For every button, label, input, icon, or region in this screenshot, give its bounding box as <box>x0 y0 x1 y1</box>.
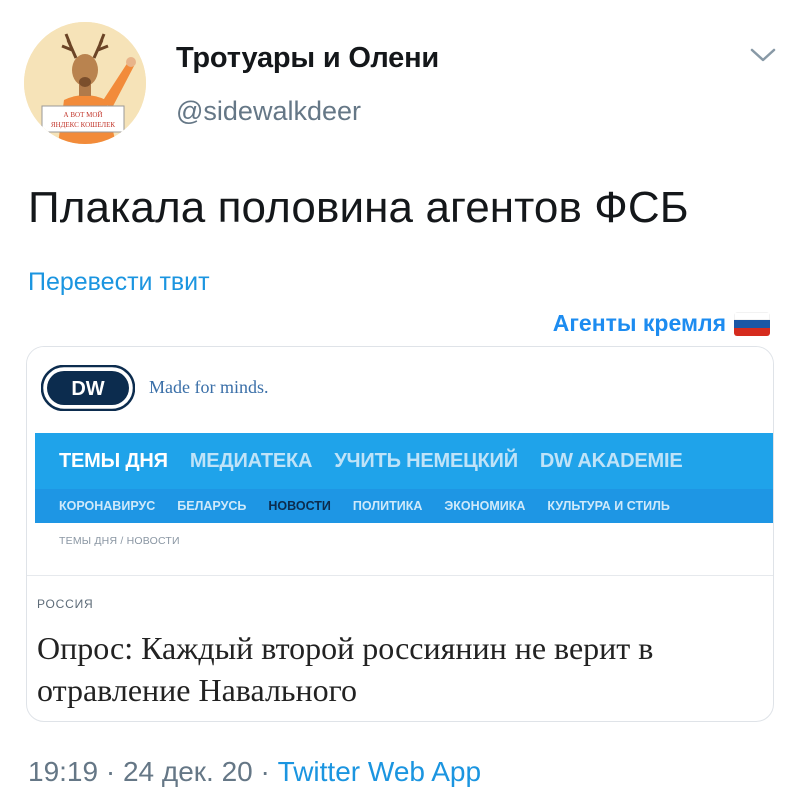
dw-slogan: Made for minds. <box>149 377 269 397</box>
avatar[interactable]: А ВОТ МОЙ ЯНДЕКС КОШЕЛЕК <box>24 22 146 144</box>
nav-media-library[interactable]: МЕДИАТЕКА <box>190 450 313 473</box>
subnav-economy[interactable]: ЭКОНОМИКА <box>444 499 525 513</box>
nav-topics-of-day[interactable]: ТЕМЫ ДНЯ <box>59 450 168 473</box>
tweet-meta: 19:19 · 24 дек. 20 · Twitter Web App <box>28 756 481 788</box>
dw-header: DW Made for minds. <box>27 347 773 432</box>
section-label: РОССИЯ <box>37 597 94 611</box>
nav-dw-akademie[interactable]: DW AKADEMIE <box>540 450 683 473</box>
subnav-belarus[interactable]: БЕЛАРУСЬ <box>177 499 246 513</box>
overlay-caption: Агенты кремля <box>553 310 770 337</box>
svg-text:А ВОТ МОЙ: А ВОТ МОЙ <box>64 111 103 119</box>
chevron-down-icon[interactable] <box>748 44 778 66</box>
link-preview-card[interactable]: DW Made for minds. ТЕМЫ ДНЯ МЕДИАТЕКА УЧ… <box>26 346 774 722</box>
dw-sub-nav: КОРОНАВИРУС БЕЛАРУСЬ НОВОСТИ ПОЛИТИКА ЭК… <box>35 489 773 523</box>
svg-text:ЯНДЕКС КОШЕЛЕК: ЯНДЕКС КОШЕЛЕК <box>51 121 116 129</box>
dw-main-nav: ТЕМЫ ДНЯ МЕДИАТЕКА УЧИТЬ НЕМЕЦКИЙ DW AKA… <box>35 433 773 489</box>
user-handle[interactable]: @sidewalkdeer <box>176 96 361 127</box>
overlay-caption-text: Агенты кремля <box>552 310 726 336</box>
article-headline[interactable]: Опрос: Каждый второй россиянин не верит … <box>37 627 757 711</box>
tweet-date[interactable]: 24 дек. 20 <box>123 756 253 787</box>
subnav-coronavirus[interactable]: КОРОНАВИРУС <box>59 499 155 513</box>
nav-learn-german[interactable]: УЧИТЬ НЕМЕЦКИЙ <box>334 450 518 473</box>
tweet-time[interactable]: 19:19 <box>28 756 98 787</box>
dw-logo-icon: DW <box>41 365 135 411</box>
separator-dot: · <box>260 756 278 787</box>
breadcrumb[interactable]: ТЕМЫ ДНЯ / НОВОСТИ <box>59 535 180 547</box>
tweet-source-link[interactable]: Twitter Web App <box>278 756 481 787</box>
svg-text:DW: DW <box>71 378 104 400</box>
subnav-politics[interactable]: ПОЛИТИКА <box>353 499 422 513</box>
translate-tweet-link[interactable]: Перевести твит <box>28 268 210 297</box>
subnav-news[interactable]: НОВОСТИ <box>268 499 331 513</box>
deer-avatar-icon: А ВОТ МОЙ ЯНДЕКС КОШЕЛЕК <box>24 22 146 144</box>
russian-flag-icon <box>734 311 770 336</box>
tweet-text: Плакала половина агентов ФСБ <box>28 183 689 232</box>
display-name[interactable]: Тротуары и Олени <box>176 42 439 75</box>
divider <box>27 575 773 576</box>
separator-dot: · <box>105 756 123 787</box>
subnav-culture-style[interactable]: КУЛЬТУРА И СТИЛЬ <box>547 499 669 513</box>
